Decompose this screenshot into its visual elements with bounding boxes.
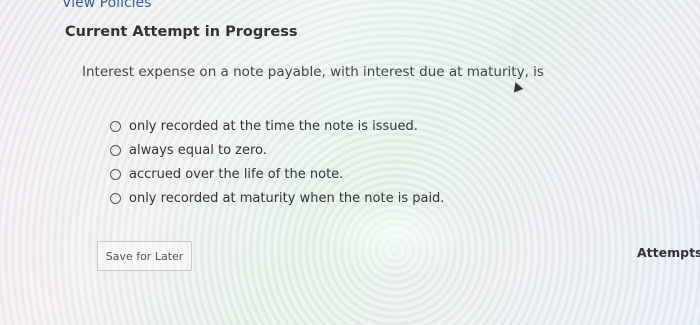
mouse-cursor-icon — [510, 80, 524, 93]
answer-options: only recorded at the time the note is is… — [110, 114, 444, 210]
attempts-label: Attempts: — [637, 245, 700, 260]
answer-option-label: always equal to zero. — [129, 142, 267, 158]
radio-button-icon[interactable] — [110, 120, 121, 132]
answer-option-label: accrued over the life of the note. — [129, 166, 344, 182]
answer-option-4[interactable]: only recorded at maturity when the note … — [110, 186, 444, 210]
answer-option-label: only recorded at maturity when the note … — [129, 190, 445, 206]
attempt-heading: Current Attempt in Progress — [65, 24, 298, 40]
view-policies-link[interactable]: View Policies — [62, 0, 151, 11]
answer-option-3[interactable]: accrued over the life of the note. — [110, 162, 444, 186]
save-for-later-button[interactable]: Save for Later — [97, 241, 192, 271]
radio-button-icon[interactable] — [110, 144, 121, 156]
question-text: Interest expense on a note payable, with… — [82, 64, 544, 80]
radio-button-icon[interactable] — [110, 168, 121, 180]
answer-option-1[interactable]: only recorded at the time the note is is… — [110, 114, 444, 138]
answer-option-2[interactable]: always equal to zero. — [110, 138, 444, 162]
radio-button-icon[interactable] — [110, 192, 121, 204]
answer-option-label: only recorded at the time the note is is… — [129, 118, 418, 134]
